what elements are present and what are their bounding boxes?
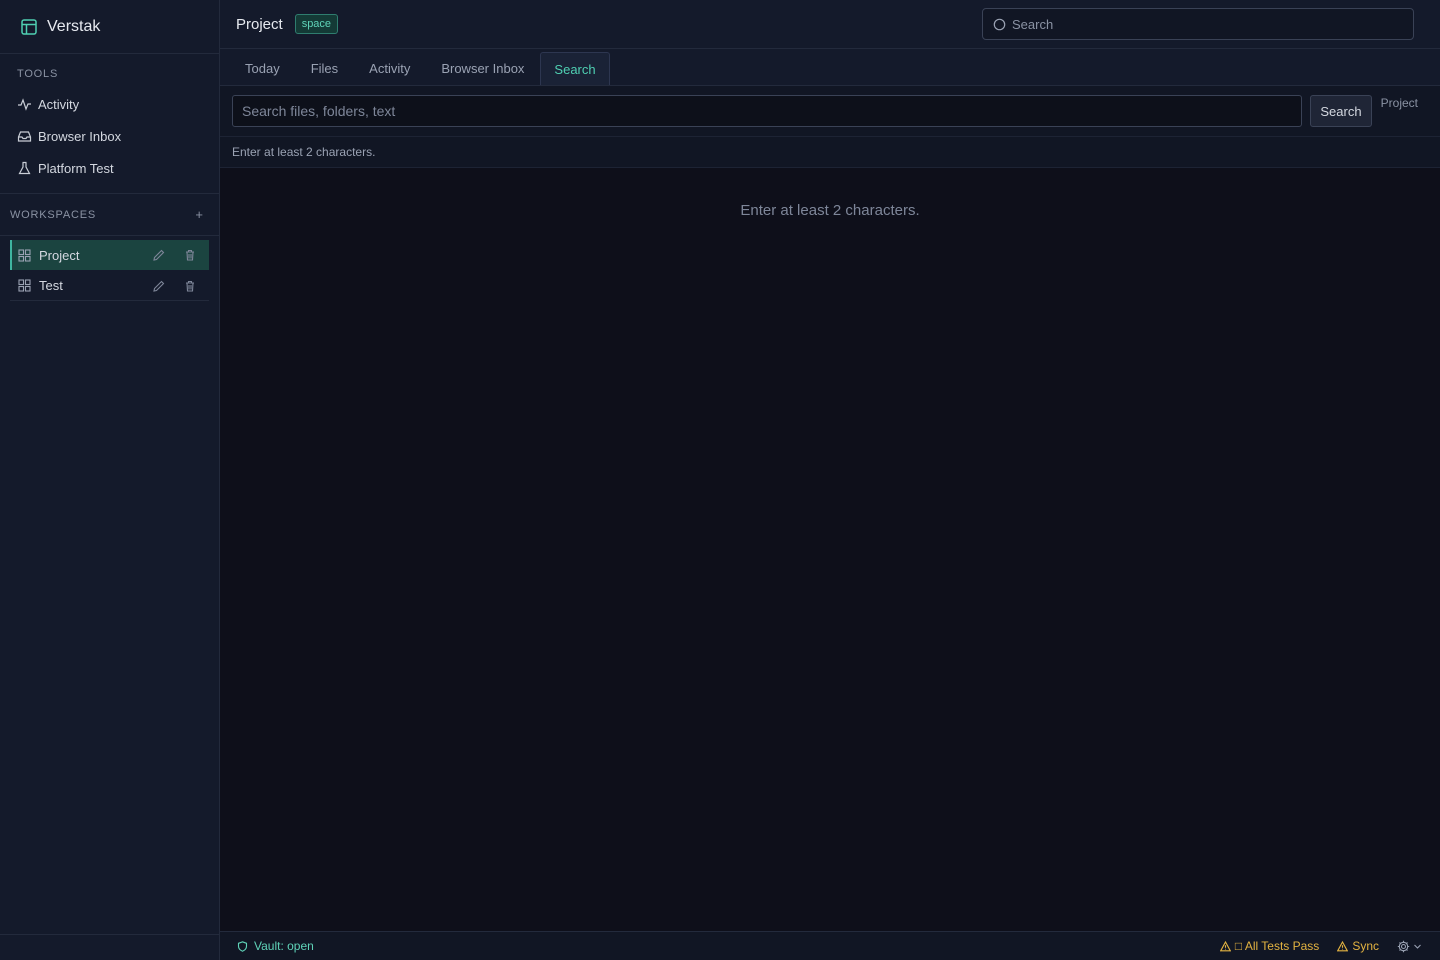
sidebar-item-activity[interactable]: Activity bbox=[0, 88, 219, 120]
tab-bar: Today Files Activity Browser Inbox Searc… bbox=[220, 49, 1440, 86]
tab-today[interactable]: Today bbox=[230, 52, 295, 85]
main-area: Project space Today Files Activity Brows… bbox=[220, 0, 1440, 960]
vault-status[interactable]: Vault: open bbox=[220, 939, 314, 953]
settings-menu-button[interactable] bbox=[1397, 940, 1422, 953]
activity-icon bbox=[17, 97, 32, 112]
brand[interactable]: Verstak bbox=[0, 0, 219, 54]
add-workspace-button[interactable]: + bbox=[195, 207, 203, 222]
search-toolbar: Search Project bbox=[220, 86, 1440, 136]
search-hint: Enter at least 2 characters. bbox=[220, 136, 1440, 168]
trash-icon[interactable] bbox=[183, 279, 197, 293]
workspace-label: Project bbox=[39, 247, 80, 263]
inbox-icon bbox=[17, 129, 32, 144]
tools-section: TOOLS Activity Browser Inbox Platform Te… bbox=[0, 54, 219, 194]
header: Project space bbox=[220, 0, 1440, 49]
layout-icon bbox=[20, 18, 38, 36]
app-name: Verstak bbox=[47, 17, 101, 35]
trash-icon[interactable] bbox=[183, 248, 197, 262]
shield-icon bbox=[237, 940, 248, 952]
sync-status-label: Sync bbox=[1352, 939, 1379, 953]
search-button[interactable]: Search bbox=[1310, 95, 1372, 127]
tools-label: TOOLS bbox=[17, 68, 59, 80]
sidebar-item-label: Activity bbox=[38, 96, 80, 112]
global-search[interactable] bbox=[982, 8, 1414, 40]
status-bar: Vault: open □ All Tests Pass Sync bbox=[220, 931, 1440, 960]
sidebar-item-label: Platform Test bbox=[38, 160, 114, 176]
workspaces-header: WORKSPACES + bbox=[0, 194, 219, 236]
sidebar: Verstak TOOLS Activity Browser Inbox Pla… bbox=[0, 0, 220, 960]
flask-icon bbox=[17, 161, 32, 176]
tests-status[interactable]: □ All Tests Pass bbox=[1219, 939, 1320, 953]
grid-icon bbox=[18, 279, 31, 292]
workspace-item-project[interactable]: Project bbox=[10, 240, 209, 270]
tests-status-label: □ All Tests Pass bbox=[1234, 939, 1320, 953]
sidebar-item-platform-test[interactable]: Platform Test bbox=[0, 152, 219, 184]
workspace-item-test[interactable]: Test bbox=[10, 271, 209, 301]
search-input[interactable] bbox=[232, 95, 1302, 127]
workspace-list: Project Test bbox=[0, 236, 219, 301]
space-badge: space bbox=[294, 14, 339, 34]
vault-status-label: Vault: open bbox=[254, 939, 314, 953]
sidebar-item-label: Browser Inbox bbox=[38, 128, 122, 144]
tab-activity[interactable]: Activity bbox=[354, 52, 425, 85]
app-window: Verstak TOOLS Activity Browser Inbox Pla… bbox=[0, 0, 1440, 960]
global-search-input[interactable] bbox=[1012, 16, 1413, 32]
sidebar-footer bbox=[0, 934, 219, 960]
search-icon bbox=[993, 18, 1006, 31]
warning-icon bbox=[1219, 940, 1231, 952]
search-scope-label: Project bbox=[1380, 96, 1418, 110]
chevron-down-icon bbox=[1413, 942, 1422, 951]
page-title: Project bbox=[236, 15, 283, 33]
edit-icon[interactable] bbox=[152, 248, 166, 262]
warning-icon bbox=[1337, 940, 1349, 952]
sync-status[interactable]: Sync bbox=[1337, 939, 1379, 953]
status-right: □ All Tests Pass Sync bbox=[1202, 939, 1440, 953]
tab-browser-inbox[interactable]: Browser Inbox bbox=[426, 52, 539, 85]
workspaces-label: WORKSPACES bbox=[10, 208, 97, 221]
tab-files[interactable]: Files bbox=[296, 52, 353, 85]
edit-icon[interactable] bbox=[152, 279, 166, 293]
tab-search[interactable]: Search bbox=[540, 52, 610, 85]
workspace-label: Test bbox=[39, 278, 63, 293]
sidebar-item-browser-inbox[interactable]: Browser Inbox bbox=[0, 120, 219, 152]
gear-icon bbox=[1397, 940, 1410, 953]
grid-icon bbox=[18, 248, 31, 262]
empty-state-message: Enter at least 2 characters. bbox=[740, 202, 920, 219]
